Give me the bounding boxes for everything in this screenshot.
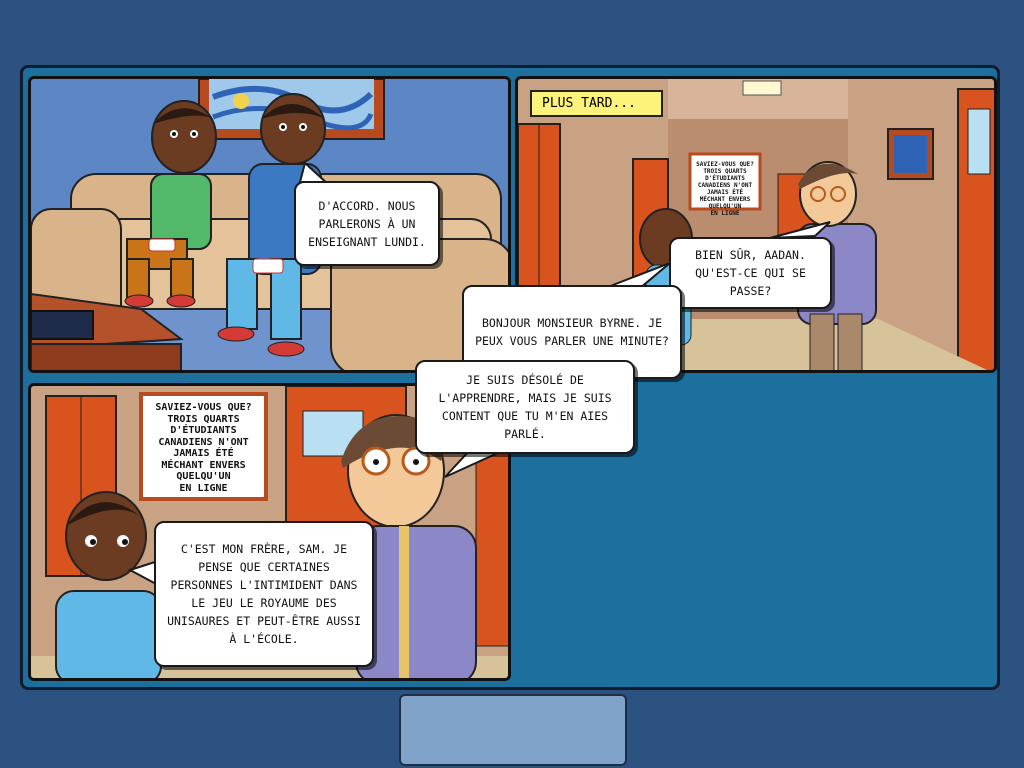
poster-line: SAVIEZ-VOUS QUE? bbox=[155, 402, 252, 413]
bottom-panel-button[interactable] bbox=[399, 694, 627, 766]
poster-line: D'ÉTUDIANTS bbox=[170, 425, 237, 436]
poster-line: D'ÉTUDIANTS bbox=[705, 175, 745, 182]
speech-bubble-1: D'ACCORD. NOUS PARLERONS À UN ENSEIGNANT… bbox=[294, 181, 440, 266]
poster-line: CANADIENS N'ONT bbox=[158, 436, 249, 448]
caption-box: PLUS TARD... bbox=[530, 90, 663, 117]
poster-text-small: SAVIEZ-VOUS QUE? TROIS QUARTS D'ÉTUDIANT… bbox=[695, 161, 755, 217]
poster-line: MÉCHANT ENVERS bbox=[699, 196, 751, 203]
poster-line: JAMAIS ÉTÉ bbox=[706, 189, 744, 196]
speech-bubble-4: JE SUIS DÉSOLÉ DE L'APPRENDRE, MAIS JE S… bbox=[415, 360, 635, 454]
poster-line: SAVIEZ-VOUS QUE? bbox=[696, 161, 754, 168]
speech-text: JE SUIS DÉSOLÉ DE L'APPRENDRE, MAIS JE S… bbox=[438, 373, 612, 441]
poster-line: TROIS QUARTS bbox=[703, 168, 747, 175]
poster-line: QUELQU'UN bbox=[708, 203, 742, 210]
poster-line: QUELQU'UN bbox=[176, 471, 231, 482]
speech-bubble-2: BIEN SÛR, AADAN. QU'EST-CE QUI SE PASSE? bbox=[669, 237, 832, 309]
poster-line: TROIS QUARTS bbox=[167, 413, 240, 425]
speech-text: BONJOUR MONSIEUR BYRNE. JE PEUX VOUS PAR… bbox=[475, 316, 669, 348]
speech-text: D'ACCORD. NOUS PARLERONS À UN ENSEIGNANT… bbox=[308, 198, 426, 249]
caption-text: PLUS TARD... bbox=[542, 96, 636, 111]
poster-line: EN LIGNE bbox=[710, 210, 740, 217]
poster-line: EN LIGNE bbox=[179, 482, 228, 494]
poster-text-large: SAVIEZ-VOUS QUE? TROIS QUARTS D'ÉTUDIANT… bbox=[146, 402, 261, 494]
poster-line: CANADIENS N'ONT bbox=[697, 182, 753, 189]
poster-line: JAMAIS ÉTÉ bbox=[173, 448, 234, 459]
speech-text: C'EST MON FRÈRE, SAM. JE PENSE QUE CERTA… bbox=[167, 542, 361, 646]
poster-line: MÉCHANT ENVERS bbox=[161, 459, 246, 471]
speech-bubble-5: C'EST MON FRÈRE, SAM. JE PENSE QUE CERTA… bbox=[154, 521, 374, 667]
speech-text: BIEN SÛR, AADAN. QU'EST-CE QUI SE PASSE? bbox=[695, 248, 806, 298]
